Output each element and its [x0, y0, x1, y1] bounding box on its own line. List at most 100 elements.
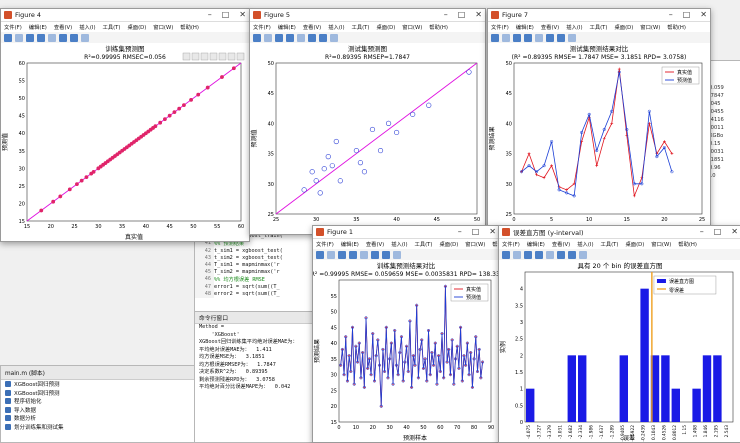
menu-item[interactable]: 插入(I) [79, 23, 95, 31]
code-line[interactable]: 47 error1 = sqrt(sum((T_ [195, 283, 331, 291]
menu-item[interactable]: 工具(T) [103, 23, 121, 31]
close-button[interactable]: ✕ [489, 227, 496, 236]
legend-icon[interactable] [59, 33, 67, 42]
figure-window[interactable]: Figure 1 – □ ✕ 文件(F) 编辑(E) 查看(V) 插入(I) 工具(T) 桌面(D… [312, 225, 500, 443]
menu-item[interactable]: 插入(I) [328, 23, 344, 31]
menu-item[interactable]: 查看(V) [54, 23, 72, 31]
menu-item[interactable]: 工具(T) [415, 240, 433, 248]
legend-icon[interactable] [546, 33, 554, 42]
menu-item[interactable]: 编辑(E) [341, 240, 359, 248]
menu-item[interactable]: 插入(I) [577, 240, 593, 248]
print-icon[interactable] [37, 33, 45, 42]
colorbar-icon[interactable] [382, 250, 390, 259]
home-icon[interactable] [236, 52, 245, 61]
new-file-icon[interactable] [316, 250, 324, 259]
new-file-icon[interactable] [253, 33, 261, 42]
link-icon[interactable] [535, 33, 543, 42]
minimize-button[interactable]: – [444, 10, 448, 19]
minimize-button[interactable]: – [700, 227, 704, 236]
maximize-button[interactable]: □ [472, 227, 480, 236]
menu-item[interactable]: 编辑(E) [527, 240, 545, 248]
zoom-in-icon[interactable] [218, 52, 227, 61]
print-icon[interactable] [524, 33, 532, 42]
pointer-icon[interactable] [330, 33, 338, 42]
pointer-icon[interactable] [393, 250, 401, 259]
save-icon[interactable] [275, 33, 283, 42]
legend-icon[interactable] [557, 250, 565, 259]
menu-item[interactable]: 编辑(E) [516, 23, 534, 31]
menu-item[interactable]: 桌面(D) [625, 240, 644, 248]
legend-icon[interactable] [308, 33, 316, 42]
export-icon[interactable] [182, 52, 191, 61]
menu-item[interactable]: 查看(V) [541, 23, 559, 31]
menu-item[interactable]: 窗口(W) [153, 23, 173, 31]
title-bar[interactable]: Figure 1 – □ ✕ [313, 226, 499, 239]
code-line[interactable]: 43 t_sim2 = xgboost_test( [195, 254, 331, 262]
menu-item[interactable]: 文件(F) [253, 23, 271, 31]
menu-item[interactable]: 查看(V) [552, 240, 570, 248]
legend-icon[interactable] [371, 250, 379, 259]
menu-item[interactable]: 工具(T) [590, 23, 608, 31]
link-icon[interactable] [360, 250, 368, 259]
menu-item[interactable]: 窗口(W) [402, 23, 422, 31]
save-icon[interactable] [524, 250, 532, 259]
colorbar-icon[interactable] [70, 33, 78, 42]
link-icon[interactable] [297, 33, 305, 42]
print-icon[interactable] [535, 250, 543, 259]
menu-item[interactable]: 文件(F) [4, 23, 22, 31]
minimize-button[interactable]: – [458, 227, 462, 236]
close-button[interactable]: ✕ [700, 10, 707, 19]
save-icon[interactable] [26, 33, 34, 42]
code-line[interactable]: 44 T_sim1 = mapminmax('r [195, 261, 331, 270]
code-line[interactable]: 48 error2 = sqrt(sum((T_ [195, 290, 331, 298]
open-icon[interactable] [327, 250, 335, 259]
file-list-item[interactable]: 程序初始化 [1, 397, 195, 406]
menu-item[interactable]: 查看(V) [303, 23, 321, 31]
menu-item[interactable]: 帮助(H) [429, 23, 448, 31]
menu-item[interactable]: 桌面(D) [127, 23, 146, 31]
open-icon[interactable] [502, 33, 510, 42]
title-bar[interactable]: Figure 5 – □ ✕ [250, 9, 485, 22]
code-line[interactable]: 42 t_sim1 = xgboost_test( [195, 247, 331, 255]
pointer-icon[interactable] [81, 33, 89, 42]
save-icon[interactable] [338, 250, 346, 259]
menu-item[interactable]: 工具(T) [601, 240, 619, 248]
menu-item[interactable]: 编辑(E) [278, 23, 296, 31]
menu-item[interactable]: 桌面(D) [614, 23, 633, 31]
print-icon[interactable] [286, 33, 294, 42]
link-icon[interactable] [48, 33, 56, 42]
open-icon[interactable] [264, 33, 272, 42]
datatip-icon[interactable] [200, 52, 209, 61]
close-button[interactable]: ✕ [731, 227, 738, 236]
code-line[interactable]: 45 T_sim2 = mapminmax('r [195, 269, 331, 277]
menu-item[interactable]: 桌面(D) [376, 23, 395, 31]
menu-item[interactable]: 文件(F) [316, 240, 334, 248]
new-file-icon[interactable] [502, 250, 510, 259]
menu-item[interactable]: 编辑(E) [29, 23, 47, 31]
minimize-button[interactable]: – [669, 10, 673, 19]
plot-area[interactable] [524, 271, 734, 423]
title-bar[interactable]: 误差直方图 (y-interval) – □ ✕ [499, 226, 740, 239]
file-list-item[interactable]: XGBoost回归预测 [1, 380, 195, 389]
colorbar-icon[interactable] [568, 250, 576, 259]
menu-item[interactable]: 窗口(W) [465, 240, 485, 248]
open-icon[interactable] [513, 250, 521, 259]
menu-item[interactable]: 帮助(H) [667, 23, 686, 31]
menu-item[interactable]: 桌面(D) [439, 240, 458, 248]
code-line[interactable]: 46%% 均方根误差 RMSE [195, 276, 331, 284]
print-icon[interactable] [349, 250, 357, 259]
maximize-button[interactable]: □ [683, 10, 691, 19]
file-list-item[interactable]: XGBoost回归预测 [1, 389, 195, 398]
pointer-icon[interactable] [568, 33, 576, 42]
zoom-out-icon[interactable] [227, 52, 236, 61]
title-bar[interactable]: Figure 4 – □ ✕ [1, 9, 249, 22]
new-file-icon[interactable] [4, 33, 12, 42]
open-icon[interactable] [15, 33, 23, 42]
menu-item[interactable]: 窗口(W) [651, 240, 671, 248]
minimize-button[interactable]: – [208, 10, 212, 19]
pointer-icon[interactable] [579, 250, 587, 259]
menu-item[interactable]: 文件(F) [502, 240, 520, 248]
axes-toolbar[interactable] [182, 52, 245, 61]
figure-window[interactable]: Figure 7 – □ ✕ 文件(F) 编辑(E) 查看(V) 插入(I) 工具(T) 桌面(D… [487, 8, 711, 235]
menu-item[interactable]: 文件(F) [491, 23, 509, 31]
